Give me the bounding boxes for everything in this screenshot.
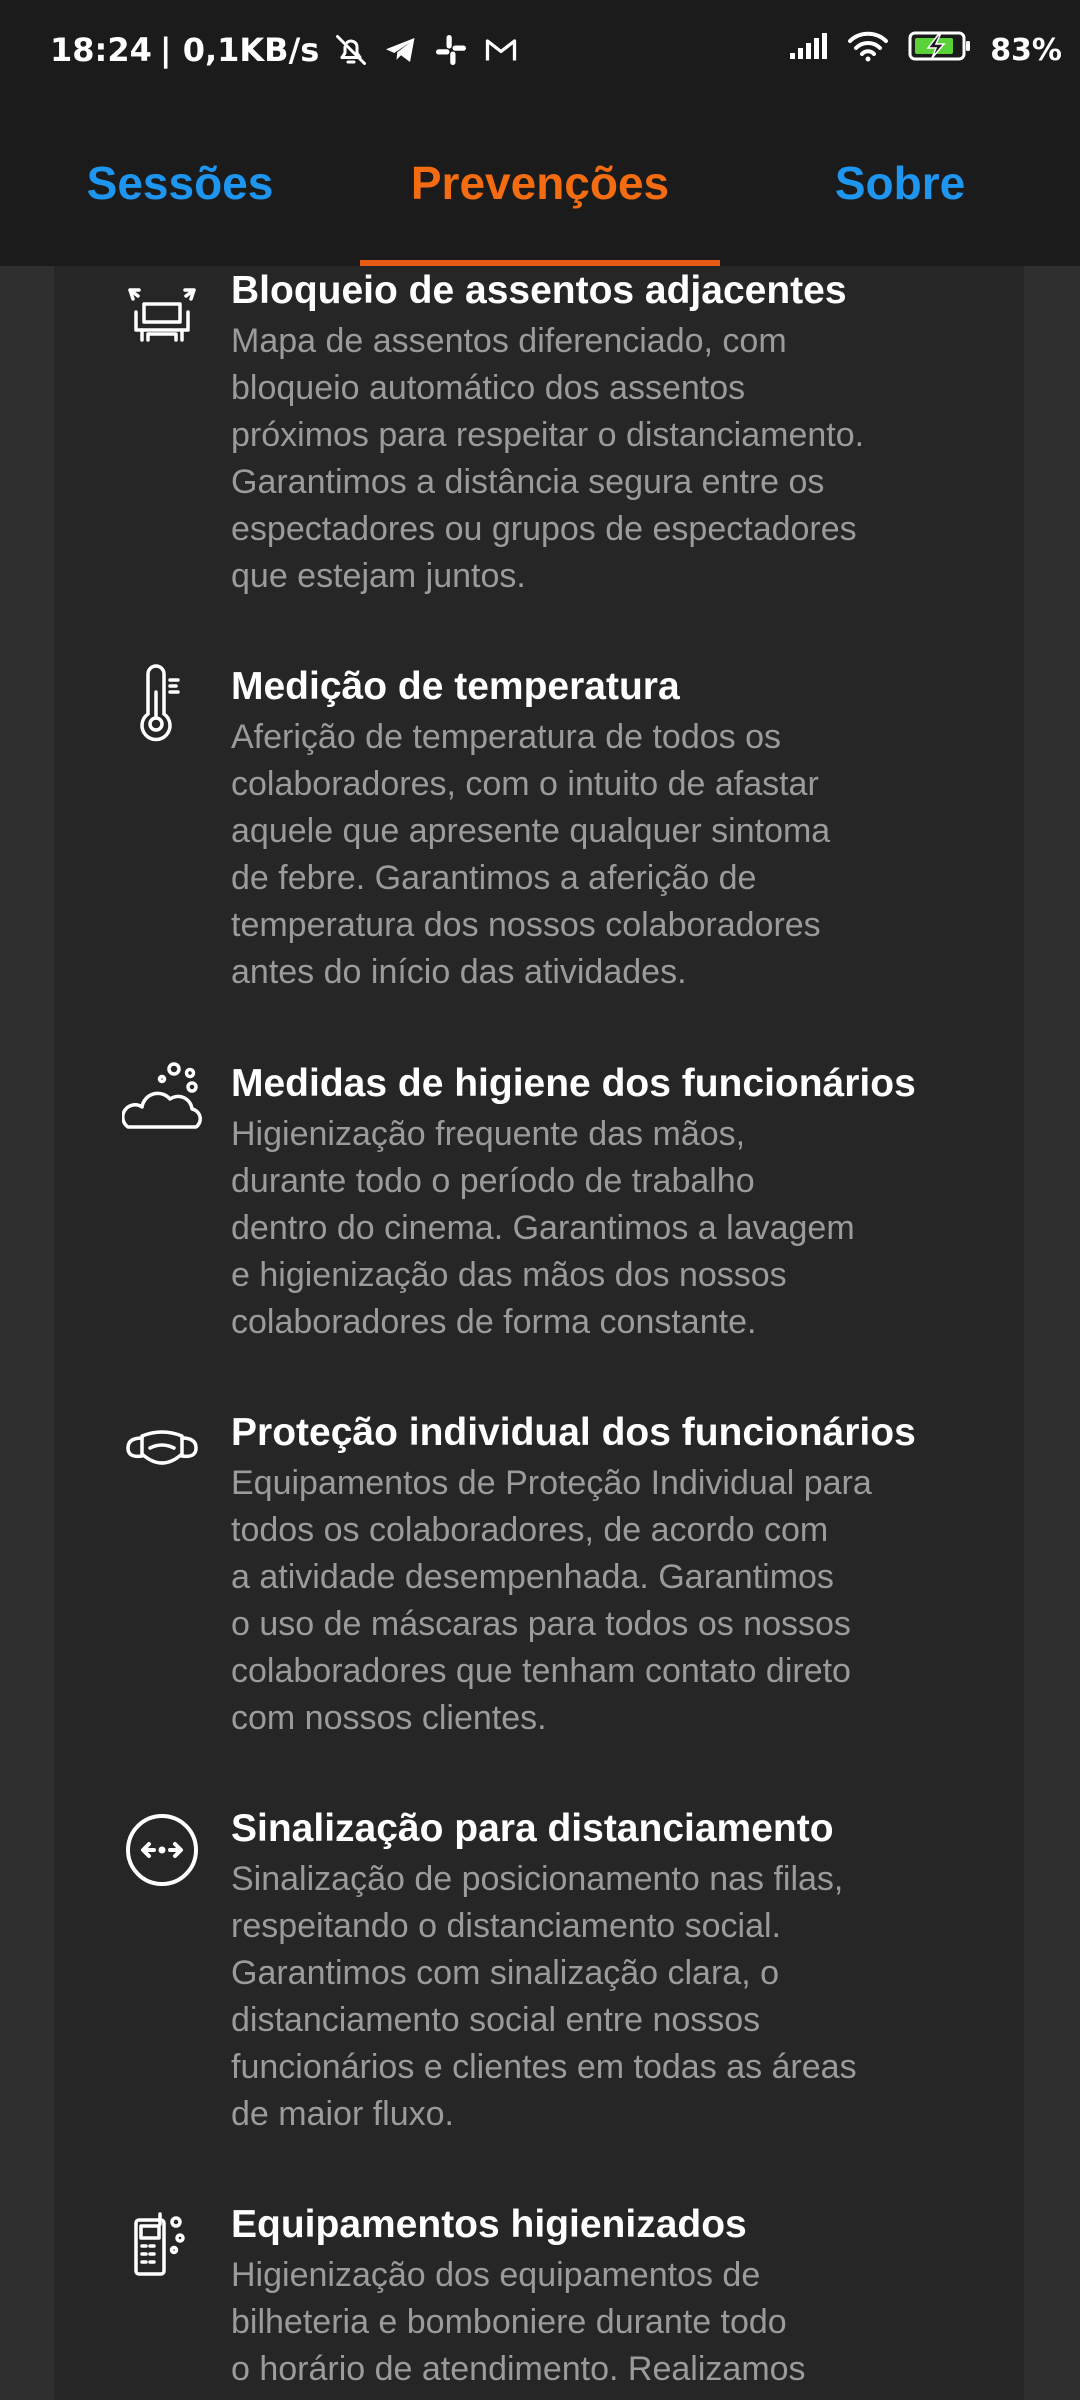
item-description: Mapa de assentos diferenciado, com bloqu… — [231, 318, 1006, 600]
item-description-line: colaboradores de forma constante. — [231, 1303, 757, 1341]
face-mask-icon — [122, 1408, 202, 1488]
item-description-line: durante todo o período de trabalho — [231, 1162, 755, 1200]
item-description-line: Higienização dos equipamentos de — [231, 2256, 761, 2294]
item-title: Sinalização para distanciamento — [231, 1807, 834, 1850]
item-description-line: de maior fluxo. — [231, 2095, 454, 2133]
item-description-line: colaboradores que tenham contato direto — [231, 1652, 851, 1690]
item-description: Aferição de temperatura de todos os cola… — [231, 714, 1006, 996]
item-description-line: aquele que apresente qualquer sintoma — [231, 812, 831, 850]
item-description-line: bloqueio automático dos assentos — [231, 369, 746, 407]
status-bar: 18:24 | 0,1KB/s 83% — [0, 0, 1080, 100]
bell-off-icon — [333, 32, 369, 68]
item-description-line: bilheteria e bomboniere durante todo — [231, 2303, 787, 2341]
item-title: Medição de temperatura — [231, 665, 680, 708]
item-description-line: distanciamento social entre nossos — [231, 2001, 761, 2039]
item-description-line: Higienização frequente das mãos, — [231, 1115, 746, 1153]
item-description-line: Mapa de assentos diferenciado, com — [231, 322, 787, 360]
item-description-line: Aferição de temperatura de todos os — [231, 718, 781, 756]
signal-icon — [788, 31, 828, 69]
sanitized-equipment-icon — [122, 2204, 202, 2284]
item-description-line: espectadores ou grupos de espectadores — [231, 510, 857, 548]
item-description: Higienização dos equipamentos de bilhete… — [231, 2252, 1006, 2393]
item-description-line: que estejam juntos. — [231, 557, 526, 595]
item-description-line: Equipamentos de Proteção Individual para — [231, 1464, 872, 1502]
item-description-line: todos os colaboradores, de acordo com — [231, 1511, 829, 1549]
item-title: Proteção individual dos funcionários — [231, 1411, 916, 1454]
item-description-line: temperatura dos nossos colaboradores — [231, 906, 821, 944]
item-description-line: próximos para respeitar o distanciamento… — [231, 416, 865, 454]
item-description: Higienização frequente das mãos, durante… — [231, 1111, 1006, 1346]
tab-sessoes[interactable]: Sessões — [0, 100, 360, 266]
telegram-icon — [383, 32, 419, 68]
hygiene-foam-icon — [121, 1059, 202, 1139]
tab-prevencoes[interactable]: Prevenções — [360, 100, 720, 266]
item-description-line: o uso de máscaras para todos os nossos — [231, 1605, 851, 1643]
item-description-line: a atividade desempenhada. Garantimos — [231, 1558, 834, 1596]
battery-charging-icon — [908, 30, 972, 70]
thermometer-icon — [122, 662, 202, 742]
item-description: Sinalização de posicionamento nas filas,… — [231, 1856, 1006, 2138]
item-description-line: com nossos clientes. — [231, 1699, 547, 1737]
battery-percentage: 83% — [990, 32, 1062, 68]
distance-arrows-icon — [122, 1810, 202, 1890]
item-description-line: Sinalização de posicionamento nas filas, — [231, 1860, 844, 1898]
prevention-list[interactable]: Bloqueio de assentos adjacentes Mapa de … — [54, 266, 1024, 2400]
seat-block-icon — [122, 276, 202, 356]
item-description-line: respeitando o distanciamento social. — [231, 1907, 781, 1945]
status-left: 18:24 | 0,1KB/s — [50, 0, 519, 100]
item-title: Medidas de higiene dos funcionários — [231, 1062, 916, 1105]
item-description-line: antes do início das atividades. — [231, 953, 687, 991]
item-description: Equipamentos de Proteção Individual para… — [231, 1460, 1006, 1742]
item-title: Equipamentos higienizados — [231, 2203, 747, 2246]
item-description-line: Garantimos a distância segura entre os — [231, 463, 825, 501]
item-description-line: Garantimos com sinalização clara, o — [231, 1954, 780, 1992]
tab-sobre[interactable]: Sobre — [720, 100, 1080, 266]
slack-icon — [433, 32, 469, 68]
status-speed: | 0,1KB/s — [159, 31, 320, 69]
item-description-line: de febre. Garantimos a aferição de — [231, 859, 757, 897]
item-description-line: funcionários e clientes em todas as área… — [231, 2048, 857, 2086]
item-description-line: e higienização das mãos dos nossos — [231, 1256, 787, 1294]
tab-bar: Sessões Prevenções Sobre — [0, 100, 1080, 266]
gmail-icon — [483, 32, 519, 68]
status-right: 83% — [788, 0, 1062, 100]
item-title: Bloqueio de assentos adjacentes — [231, 269, 847, 312]
item-description-line: colaboradores, com o intuito de afastar — [231, 765, 819, 803]
status-time: 18:24 — [50, 31, 152, 69]
item-description-line: dentro do cinema. Garantimos a lavagem — [231, 1209, 855, 1247]
item-description-line: o horário de atendimento. Realizamos — [231, 2350, 806, 2388]
wifi-icon — [846, 29, 890, 71]
